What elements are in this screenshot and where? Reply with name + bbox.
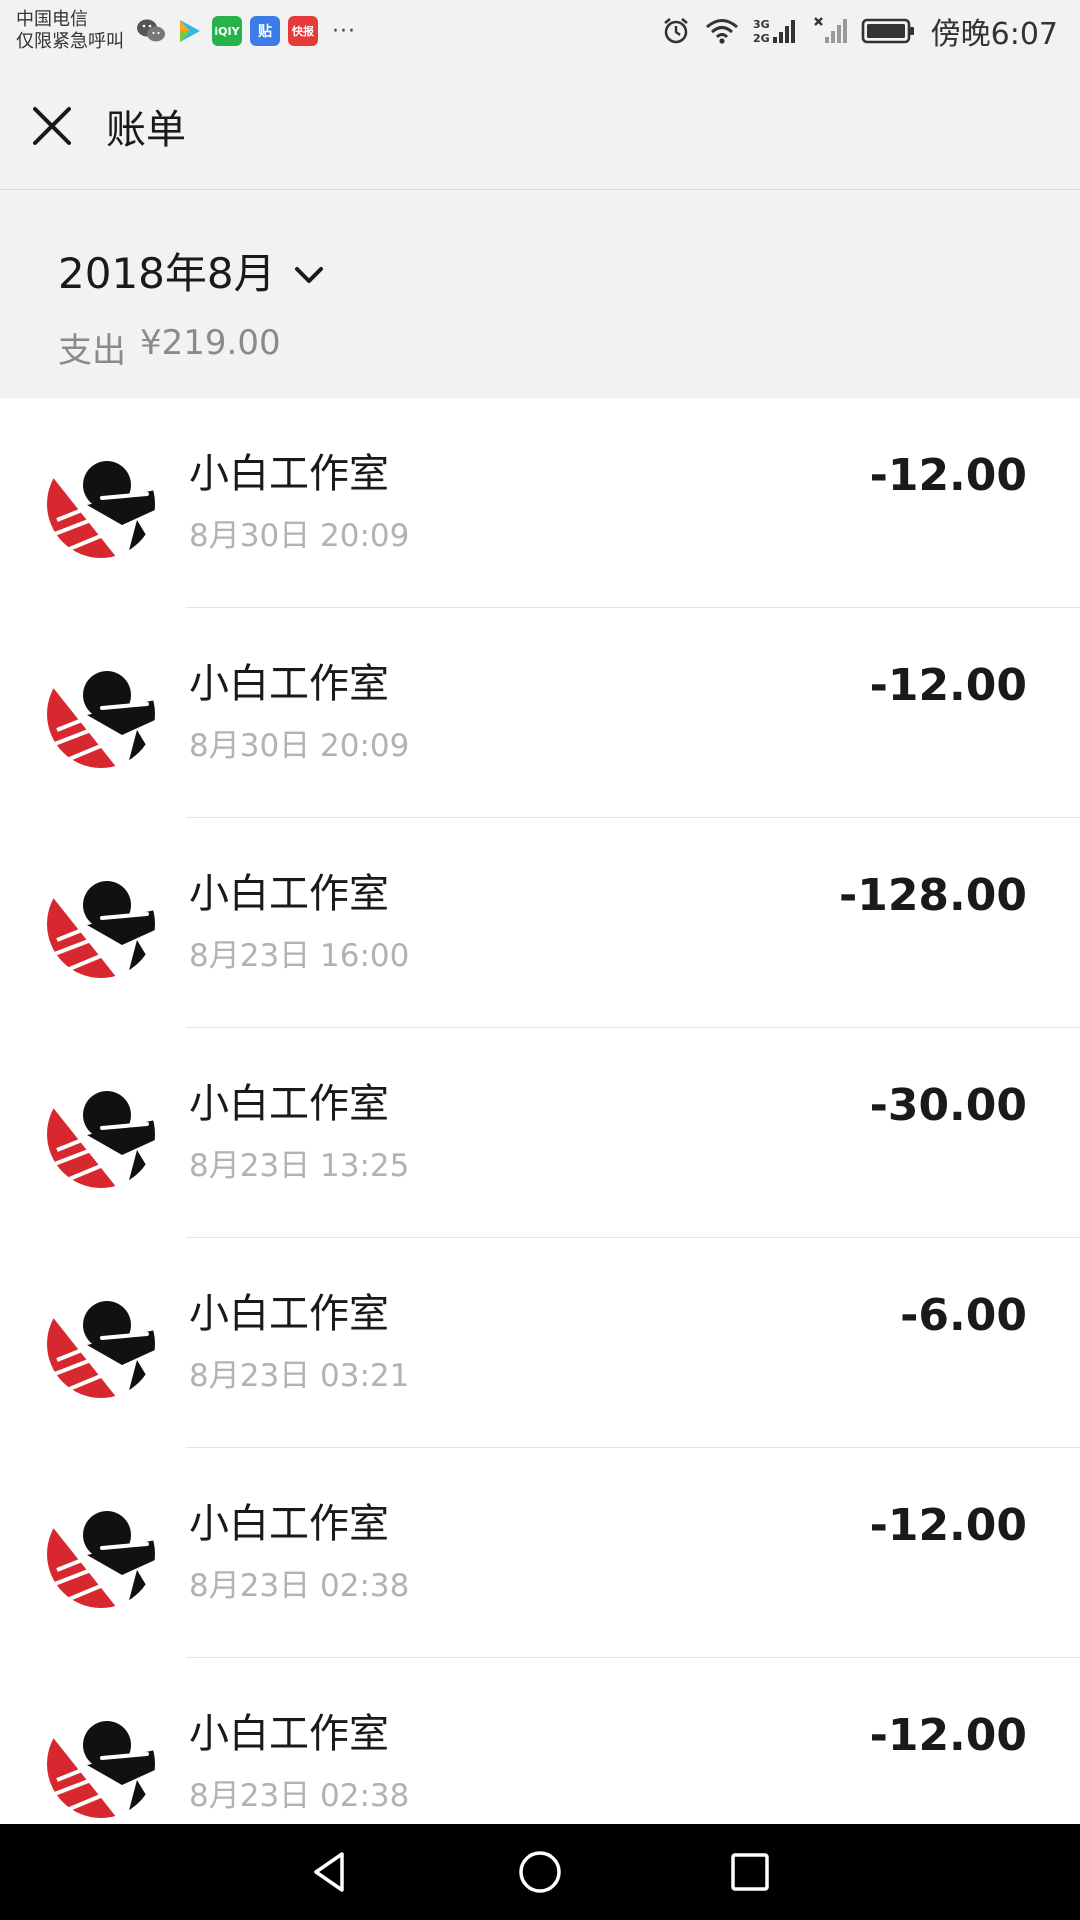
merchant-name: 小白工作室 xyxy=(189,871,389,917)
navigation-bar xyxy=(0,1824,1080,1920)
status-bar: 中国电信 仅限紧急呼叫 iQIY 贴 快报 ··· 3G 2G 傍晚6:07 xyxy=(0,0,1080,62)
transaction-row[interactable]: 小白工作室 8月23日 13:25 -30.00 xyxy=(0,1028,1080,1238)
carrier-info: 中国电信 仅限紧急呼叫 xyxy=(16,9,124,53)
merchant-name: 小白工作室 xyxy=(189,1711,389,1757)
tieba-icon: 贴 xyxy=(250,16,280,46)
more-notifications-icon: ··· xyxy=(332,18,356,44)
merchant-name: 小白工作室 xyxy=(189,1291,389,1337)
chevron-down-icon xyxy=(294,266,323,283)
month-label: 2018年8月 xyxy=(58,249,276,298)
battery-icon xyxy=(861,17,917,45)
transaction-row[interactable]: 小白工作室 8月23日 16:00 -128.00 xyxy=(0,818,1080,1028)
expense-summary: 支出 ¥219.00 xyxy=(58,323,1080,372)
merchant-avatar xyxy=(47,1710,155,1818)
transaction-info: 小白工作室 8月23日 02:38 xyxy=(189,1498,409,1606)
title-bar: 账单 xyxy=(0,62,1080,190)
transaction-time: 8月23日 02:38 xyxy=(189,1568,410,1604)
news-icon: 快报 xyxy=(288,16,318,46)
month-selector[interactable]: 2018年8月 xyxy=(58,240,1080,301)
wechat-icon xyxy=(136,16,166,46)
wifi-icon xyxy=(705,17,739,45)
no-signal-icon xyxy=(813,16,847,46)
back-button[interactable] xyxy=(290,1832,370,1912)
transaction-amount: -12.00 xyxy=(869,660,1027,711)
close-button[interactable] xyxy=(0,62,104,190)
transaction-amount: -12.00 xyxy=(869,1710,1027,1761)
svg-text:2G: 2G xyxy=(753,32,770,45)
transaction-time: 8月30日 20:09 xyxy=(189,518,410,554)
transaction-row[interactable]: 小白工作室 8月30日 20:09 -12.00 xyxy=(0,398,1080,608)
transaction-time: 8月30日 20:09 xyxy=(189,728,410,764)
transaction-info: 小白工作室 8月23日 13:25 xyxy=(189,1078,409,1186)
transaction-row[interactable]: 小白工作室 8月23日 03:21 -6.00 xyxy=(0,1238,1080,1448)
transaction-info: 小白工作室 8月30日 20:09 xyxy=(189,448,409,556)
transaction-info: 小白工作室 8月23日 02:38 xyxy=(189,1708,409,1816)
status-bar-left: 中国电信 仅限紧急呼叫 iQIY 贴 快报 ··· xyxy=(16,9,356,53)
back-icon xyxy=(314,1852,344,1892)
transaction-time: 8月23日 16:00 xyxy=(189,938,410,974)
signal-icon: 3G 2G xyxy=(753,16,799,46)
transaction-info: 小白工作室 8月23日 03:21 xyxy=(189,1288,409,1396)
transaction-row[interactable]: 小白工作室 8月23日 02:38 -12.00 xyxy=(0,1448,1080,1658)
alarm-icon xyxy=(661,16,691,46)
expense-amount: ¥219.00 xyxy=(140,323,281,363)
merchant-avatar xyxy=(47,1500,155,1608)
home-icon xyxy=(519,1851,561,1893)
transaction-time: 8月23日 02:38 xyxy=(189,1778,410,1814)
merchant-name: 小白工作室 xyxy=(189,451,389,497)
merchant-name: 小白工作室 xyxy=(189,1501,389,1547)
month-summary: 2018年8月 支出 ¥219.00 xyxy=(0,190,1080,398)
merchant-avatar xyxy=(47,870,155,978)
transaction-row[interactable]: 小白工作室 8月30日 20:09 -12.00 xyxy=(0,608,1080,818)
video-icon xyxy=(174,16,204,46)
merchant-avatar xyxy=(47,660,155,768)
transaction-time: 8月23日 13:25 xyxy=(189,1148,410,1184)
transaction-info: 小白工作室 8月23日 16:00 xyxy=(189,868,409,976)
screen: 中国电信 仅限紧急呼叫 iQIY 贴 快报 ··· 3G 2G 傍晚6:07 账… xyxy=(0,0,1080,1920)
merchant-name: 小白工作室 xyxy=(189,661,389,707)
recents-icon xyxy=(731,1853,769,1891)
iqiyi-icon: iQIY xyxy=(212,16,242,46)
notification-icons: iQIY 贴 快报 ··· xyxy=(136,16,356,46)
transaction-info: 小白工作室 8月30日 20:09 xyxy=(189,658,409,766)
clock: 傍晚6:07 xyxy=(930,17,1058,52)
transaction-amount: -12.00 xyxy=(869,450,1027,501)
transaction-amount: -12.00 xyxy=(869,1500,1027,1551)
expense-label: 支出 xyxy=(58,331,126,371)
close-icon xyxy=(33,106,71,145)
transaction-time: 8月23日 03:21 xyxy=(189,1358,410,1394)
svg-text:3G: 3G xyxy=(753,18,770,31)
merchant-avatar xyxy=(47,450,155,558)
transaction-amount: -6.00 xyxy=(900,1290,1027,1341)
status-bar-right: 3G 2G 傍晚6:07 xyxy=(661,9,1058,53)
merchant-avatar xyxy=(47,1080,155,1188)
transaction-amount: -30.00 xyxy=(869,1080,1027,1131)
carrier-name: 中国电信 xyxy=(16,9,88,30)
page-title: 账单 xyxy=(106,106,186,153)
merchant-avatar xyxy=(47,1290,155,1398)
recents-button[interactable] xyxy=(710,1832,790,1912)
transaction-amount: -128.00 xyxy=(838,870,1027,921)
transaction-list: 小白工作室 8月30日 20:09 -12.00 小白工作室 8月30日 20:… xyxy=(0,398,1080,1868)
home-button[interactable] xyxy=(500,1832,580,1912)
carrier-status: 仅限紧急呼叫 xyxy=(16,31,124,52)
merchant-name: 小白工作室 xyxy=(189,1081,389,1127)
